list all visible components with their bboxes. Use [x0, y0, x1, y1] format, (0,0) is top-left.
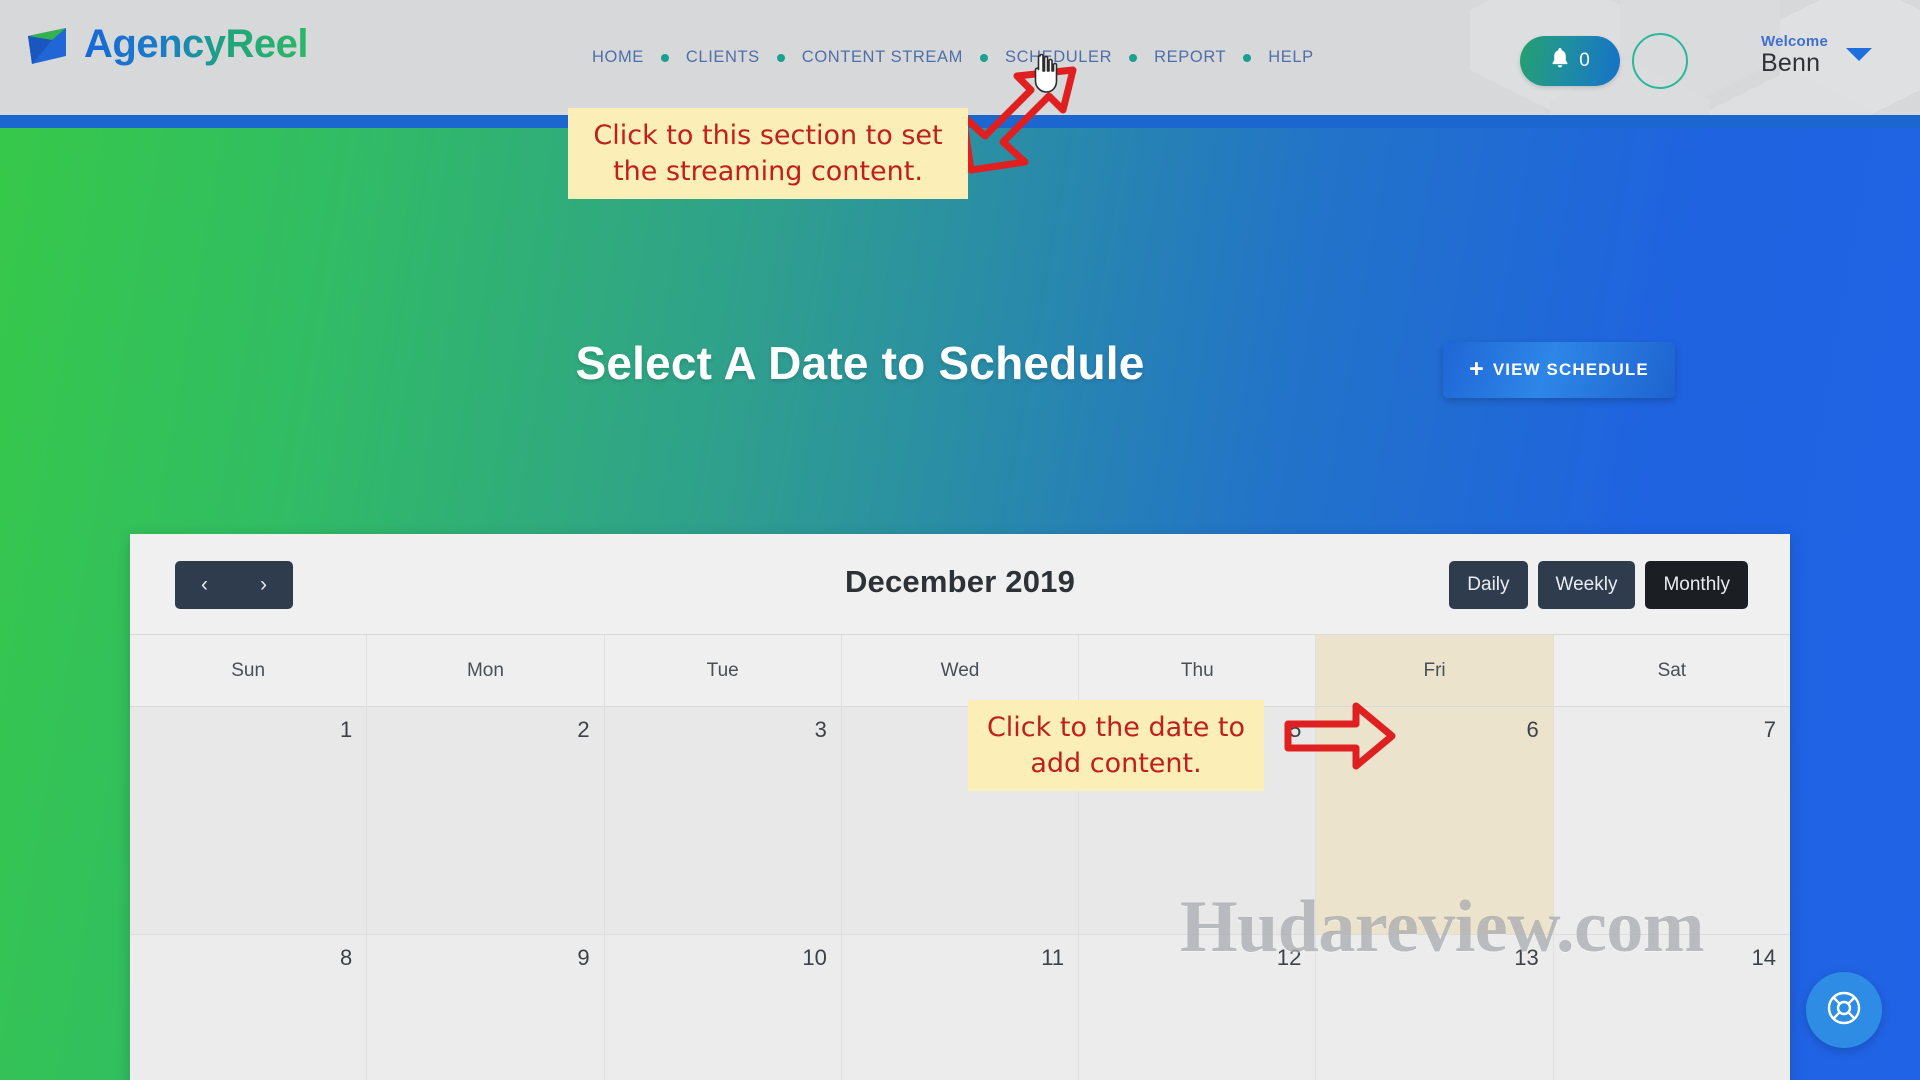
nav-item-help[interactable]: HELP [1254, 48, 1328, 67]
account-menu[interactable]: Welcome Benn [1761, 34, 1828, 76]
view-schedule-label: VIEW SCHEDULE [1492, 360, 1649, 379]
support-button[interactable] [1806, 972, 1882, 1048]
calendar-day-cell[interactable]: 11 [841, 935, 1080, 1080]
calendar-day-cell[interactable]: 8 [130, 935, 368, 1080]
view-schedule-button[interactable]: + VIEW SCHEDULE [1443, 342, 1675, 398]
calendar-grid: Sun Mon Tue Wed Thu Fri Sat 1 2 3 4 5 6 … [130, 634, 1790, 1080]
day-number: 9 [577, 945, 590, 970]
nav-item-report[interactable]: REPORT [1140, 48, 1240, 67]
page-root: AgencyReel HOME CLIENTS CONTENT STREAM S… [0, 0, 1920, 1080]
site-header: AgencyReel HOME CLIENTS CONTENT STREAM S… [0, 0, 1920, 122]
day-header-wed: Wed [841, 635, 1080, 707]
avatar[interactable] [1632, 33, 1688, 89]
plus-icon: + [1469, 354, 1485, 383]
day-header-tue: Tue [604, 635, 842, 707]
nav-separator-dot [1129, 53, 1138, 62]
day-number: 10 [802, 945, 827, 970]
calendar-day-cell[interactable]: 12 [1079, 935, 1317, 1080]
nav-item-clients[interactable]: CLIENTS [672, 48, 774, 67]
day-number: 2 [577, 717, 590, 742]
calendar-day-cell[interactable]: 10 [604, 935, 842, 1080]
calendar-week-row: 1 2 3 4 5 6 7 [130, 707, 1790, 935]
calendar-week-row: 8 9 10 11 12 13 14 [130, 935, 1790, 1080]
day-number: 1 [340, 717, 353, 742]
main-nav: HOME CLIENTS CONTENT STREAM SCHEDULER RE… [578, 48, 1328, 67]
calendar-card: ‹ › December 2019 Daily Weekly Monthly S… [130, 534, 1790, 1080]
day-header-mon: Mon [367, 635, 605, 707]
brand-logo[interactable]: AgencyReel [22, 18, 308, 70]
view-monthly-button[interactable]: Monthly [1645, 561, 1748, 609]
day-header-sat: Sat [1553, 635, 1790, 707]
calendar-day-cell[interactable]: 3 [604, 707, 842, 935]
brand-name: AgencyReel [84, 21, 308, 66]
play-card-icon [22, 18, 74, 70]
annotation-date: Click to the date to add content. [968, 700, 1264, 792]
day-number: 7 [1763, 717, 1776, 742]
bell-icon [1550, 47, 1570, 75]
day-number: 3 [814, 717, 827, 742]
nav-item-scheduler[interactable]: SCHEDULER [991, 48, 1126, 67]
nav-separator-dot [979, 53, 988, 62]
notifications-button[interactable]: 0 [1520, 36, 1620, 86]
lifebuoy-icon [1824, 988, 1864, 1033]
day-number: 14 [1751, 945, 1776, 970]
day-number: 5 [1289, 717, 1302, 742]
day-header-fri: Fri [1316, 635, 1554, 707]
day-number: 13 [1514, 945, 1539, 970]
page-body: Select A Date to Schedule + VIEW SCHEDUL… [0, 128, 1920, 1080]
day-header-thu: Thu [1079, 635, 1317, 707]
view-weekly-button[interactable]: Weekly [1537, 561, 1636, 609]
calendar-day-cell[interactable]: 2 [367, 707, 605, 935]
day-header-sun: Sun [130, 635, 368, 707]
day-number: 11 [1041, 945, 1065, 970]
calendar-toolbar: ‹ › December 2019 Daily Weekly Monthly [130, 534, 1790, 634]
day-number: 12 [1276, 945, 1302, 970]
user-name: Benn [1761, 48, 1821, 77]
notification-count: 0 [1579, 50, 1590, 71]
calendar-day-cell[interactable]: 9 [367, 935, 605, 1080]
nav-item-home[interactable]: HOME [578, 48, 658, 67]
calendar-day-cell[interactable]: 13 [1316, 935, 1554, 1080]
day-number: 6 [1526, 717, 1539, 742]
annotation-scheduler: Click to this section to set the streami… [568, 108, 968, 200]
calendar-header-row: Sun Mon Tue Wed Thu Fri Sat [130, 635, 1790, 707]
calendar-day-cell-selected[interactable]: 6 [1316, 707, 1554, 935]
welcome-label: Welcome [1761, 33, 1828, 50]
calendar-day-cell[interactable]: 1 [130, 707, 368, 935]
calendar-day-cell[interactable]: 7 [1553, 707, 1790, 935]
nav-separator-dot [1243, 53, 1252, 62]
chevron-down-icon[interactable] [1846, 48, 1872, 61]
nav-separator-dot [660, 53, 669, 62]
calendar-view-toggle: Daily Weekly Monthly [1449, 561, 1748, 609]
nav-item-content-stream[interactable]: CONTENT STREAM [788, 48, 977, 67]
calendar-day-cell[interactable]: 14 [1553, 935, 1790, 1080]
nav-separator-dot [776, 53, 785, 62]
view-daily-button[interactable]: Daily [1449, 561, 1528, 609]
day-number: 8 [340, 945, 353, 970]
